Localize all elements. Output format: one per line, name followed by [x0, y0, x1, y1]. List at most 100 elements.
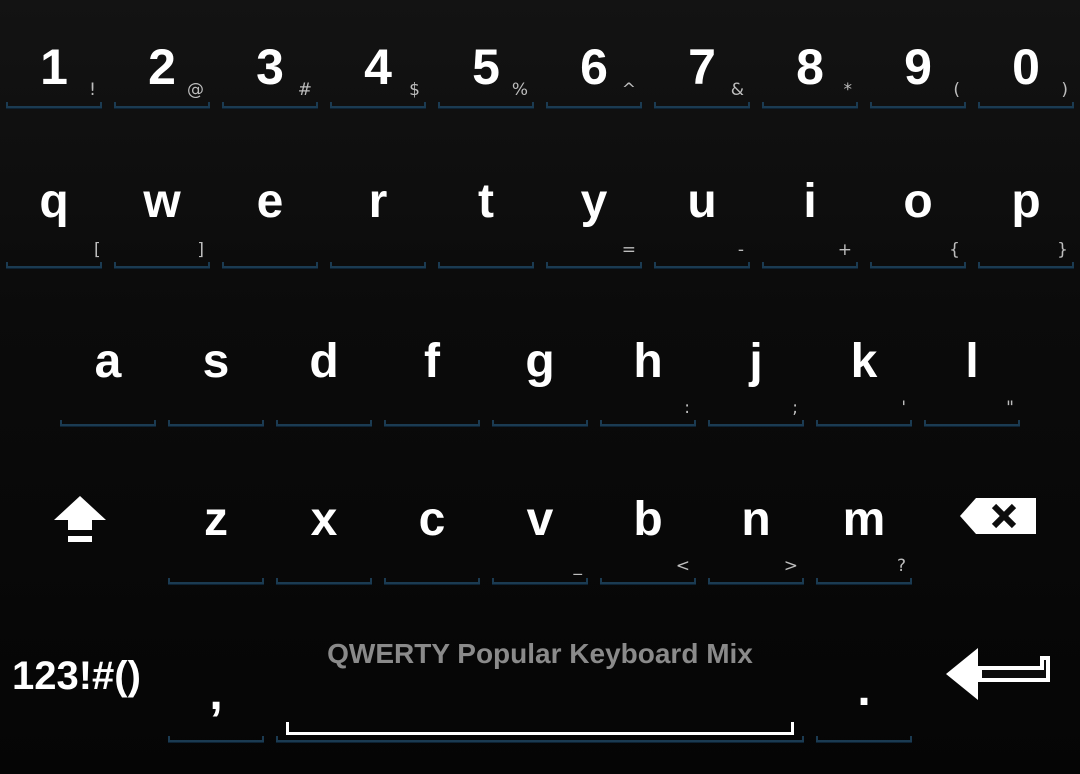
key-s[interactable]: s — [168, 318, 264, 426]
key-g[interactable]: g — [492, 318, 588, 426]
key-underline — [924, 420, 1020, 426]
key-1[interactable]: 1 ! — [6, 0, 102, 108]
space-key[interactable]: QWERTY Popular Keyboard Mix — [276, 634, 804, 742]
key-underline — [600, 578, 696, 584]
key-underline — [546, 102, 642, 108]
key-alt-label: - — [737, 240, 744, 260]
key-underline — [330, 102, 426, 108]
key-b[interactable]: b < — [600, 476, 696, 584]
symbols-key[interactable]: 123!#() — [6, 634, 156, 734]
key-label: h — [633, 335, 663, 388]
key-t[interactable]: t — [438, 160, 534, 268]
enter-key[interactable] — [936, 634, 1060, 734]
backspace-key[interactable] — [944, 476, 1054, 566]
key-n[interactable]: n > — [708, 476, 804, 584]
key-label: r — [368, 175, 388, 228]
key-alt-label: ' — [901, 398, 906, 418]
key-y[interactable]: y = — [546, 160, 642, 268]
key-underline — [222, 262, 318, 268]
key-z[interactable]: z — [168, 476, 264, 584]
key-label: m — [842, 493, 886, 546]
space-key-label: QWERTY Popular Keyboard Mix — [327, 638, 753, 669]
key-f[interactable]: f — [384, 318, 480, 426]
key-p[interactable]: p } — [978, 160, 1074, 268]
key-underline — [762, 262, 858, 268]
key-underline — [168, 420, 264, 426]
key-label: p — [1011, 175, 1041, 228]
key-label: y — [580, 175, 608, 228]
enter-icon — [946, 648, 1050, 700]
key-r[interactable]: r — [330, 160, 426, 268]
key-underline — [816, 578, 912, 584]
key-underline — [60, 420, 156, 426]
key-alt-label: @ — [187, 80, 204, 100]
key-alt-label: = — [621, 240, 636, 260]
key-6[interactable]: 6 ^ — [546, 0, 642, 108]
key-alt-label: " — [1006, 398, 1014, 418]
key-4[interactable]: 4 $ — [330, 0, 426, 108]
key-m[interactable]: m ? — [816, 476, 912, 584]
key-c[interactable]: c — [384, 476, 480, 584]
comma-key[interactable]: , — [168, 634, 264, 742]
key-alt-label: & — [730, 80, 744, 100]
key-underline — [330, 262, 426, 268]
key-d[interactable]: d — [276, 318, 372, 426]
key-l[interactable]: l " — [924, 318, 1020, 426]
key-u[interactable]: u - — [654, 160, 750, 268]
key-label: i — [803, 175, 817, 228]
key-underline — [114, 262, 210, 268]
key-9[interactable]: 9 ( — [870, 0, 966, 108]
key-2[interactable]: 2 @ — [114, 0, 210, 108]
key-alt-label: $ — [409, 80, 420, 100]
key-alt-label: ] — [197, 240, 204, 260]
key-underline — [6, 102, 102, 108]
key-x[interactable]: x — [276, 476, 372, 584]
key-alt-label: ; — [792, 398, 798, 418]
key-0[interactable]: 0 ) — [978, 0, 1074, 108]
key-underline — [168, 736, 264, 742]
key-underline — [492, 420, 588, 426]
key-a[interactable]: a — [60, 318, 156, 426]
key-label: n — [741, 493, 771, 546]
key-k[interactable]: k ' — [816, 318, 912, 426]
key-7[interactable]: 7 & — [654, 0, 750, 108]
key-underline — [708, 578, 804, 584]
key-8[interactable]: 8 * — [762, 0, 858, 108]
key-5[interactable]: 5 % — [438, 0, 534, 108]
key-alt-label: _ — [573, 556, 583, 576]
key-underline — [654, 102, 750, 108]
key-underline — [546, 262, 642, 268]
key-label: k — [850, 335, 878, 388]
key-q[interactable]: q [ — [6, 160, 102, 268]
key-alt-label: { — [949, 240, 960, 260]
key-underline — [438, 102, 534, 108]
key-underline — [816, 420, 912, 426]
key-label: x — [310, 493, 338, 546]
shift-key[interactable] — [30, 476, 130, 566]
period-key[interactable]: . — [816, 634, 912, 742]
key-alt-label: ) — [1061, 80, 1068, 100]
key-underline — [114, 102, 210, 108]
key-i[interactable]: i + — [762, 160, 858, 268]
key-label: e — [256, 175, 284, 228]
key-label: l — [965, 335, 979, 388]
key-w[interactable]: w ] — [114, 160, 210, 268]
key-e[interactable]: e — [222, 160, 318, 268]
key-v[interactable]: v _ — [492, 476, 588, 584]
key-underline — [762, 102, 858, 108]
key-label: s — [202, 335, 230, 388]
key-underline — [384, 420, 480, 426]
key-label: b — [633, 493, 663, 546]
key-underline — [276, 420, 372, 426]
key-label: , — [209, 667, 223, 720]
key-label: w — [143, 175, 181, 228]
key-underline — [600, 420, 696, 426]
top-letter-row: q [ w ] e r t y = u - i + o {p} — [0, 160, 1080, 280]
key-3[interactable]: 3 # — [222, 0, 318, 108]
key-label: d — [309, 335, 339, 388]
key-alt-label: ^ — [621, 80, 636, 100]
key-label: j — [749, 335, 763, 388]
key-h[interactable]: h : — [600, 318, 696, 426]
key-j[interactable]: j ; — [708, 318, 804, 426]
key-o[interactable]: o { — [870, 160, 966, 268]
